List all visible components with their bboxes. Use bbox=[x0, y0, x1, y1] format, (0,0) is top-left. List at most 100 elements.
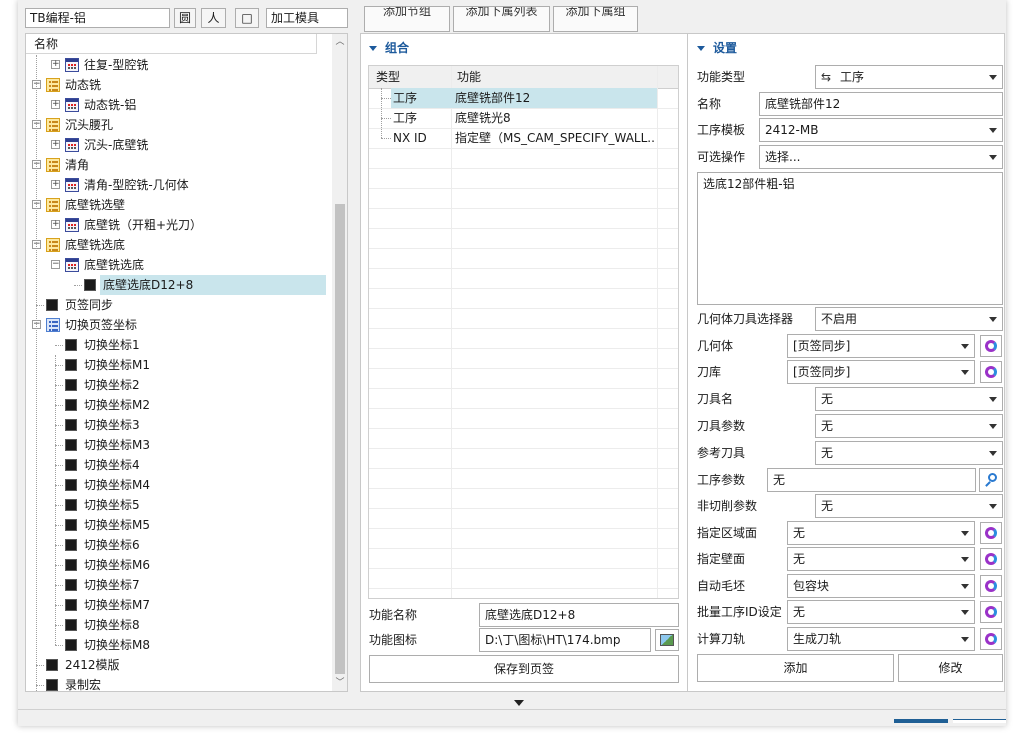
save-to-tab-button[interactable]: 保存到页签 bbox=[369, 655, 679, 683]
tree-item[interactable]: − 清角 bbox=[26, 155, 326, 175]
area-select[interactable]: 无 bbox=[787, 521, 975, 545]
tree-item[interactable]: 2412模版 bbox=[26, 655, 326, 675]
tree-item[interactable]: 切换坐标4 bbox=[26, 455, 326, 475]
geometry-select[interactable]: [页签同步] bbox=[787, 334, 975, 358]
expand-icon[interactable]: + bbox=[51, 180, 60, 189]
tree-item[interactable]: 切换坐标M7 bbox=[26, 595, 326, 615]
geometry-refresh-icon[interactable] bbox=[980, 335, 1002, 357]
modify-button[interactable]: 修改 bbox=[898, 654, 1003, 682]
grid-row[interactable]: 工序 底壁铣光8 bbox=[369, 108, 678, 128]
name-input[interactable]: 底壁铣部件12 bbox=[759, 92, 1003, 116]
scroll-up-icon[interactable]: ︿ bbox=[332, 34, 347, 50]
grid-row[interactable]: NX ID 指定壁（MS_CAM_SPECIFY_WALL... bbox=[369, 128, 678, 148]
wall-refresh-icon[interactable] bbox=[980, 548, 1002, 570]
tree-item[interactable]: − 动态铣 bbox=[26, 75, 326, 95]
reftool-select[interactable]: 无 bbox=[815, 441, 1003, 465]
func-name-input[interactable]: 底壁选底D12+8 bbox=[479, 603, 679, 627]
blank-select[interactable]: 包容块 bbox=[787, 574, 975, 598]
operation-type-icon: ⇆ bbox=[821, 70, 832, 84]
settings-section-header[interactable]: 设置 bbox=[697, 39, 737, 56]
tree-item[interactable]: + 沉头-底壁铣 bbox=[26, 135, 326, 155]
tree-item[interactable]: 切换坐标M2 bbox=[26, 395, 326, 415]
tree-item[interactable]: 切换坐标6 bbox=[26, 535, 326, 555]
noncut-select[interactable]: 无 bbox=[815, 494, 1003, 518]
expand-down-icon[interactable] bbox=[514, 700, 524, 706]
expand-icon[interactable]: + bbox=[51, 100, 60, 109]
tree-item[interactable]: + 动态铣-铝 bbox=[26, 95, 326, 115]
mode-input[interactable]: 加工模具 bbox=[266, 8, 348, 28]
toolname-select[interactable]: 无 bbox=[815, 387, 1003, 411]
toolbar-button-3[interactable]: □ bbox=[235, 8, 259, 28]
batchid-select[interactable]: 无 bbox=[787, 600, 975, 624]
tree-item[interactable]: 切换坐标M3 bbox=[26, 435, 326, 455]
tree-item[interactable]: 切换坐标1 bbox=[26, 335, 326, 355]
toolbank-refresh-icon[interactable] bbox=[980, 361, 1002, 383]
opparam-input[interactable]: 无 bbox=[767, 468, 976, 492]
tree-item[interactable]: − 沉头腰孔 bbox=[26, 115, 326, 135]
add-group-button[interactable]: 添加节组 bbox=[364, 6, 450, 32]
collapse-icon[interactable]: − bbox=[51, 260, 60, 269]
tree-item[interactable]: 切换坐标M4 bbox=[26, 475, 326, 495]
add-button[interactable]: 添加 bbox=[697, 654, 894, 682]
tree-item[interactable]: 切换坐标M6 bbox=[26, 555, 326, 575]
tree-item-label: 切换坐标6 bbox=[84, 538, 140, 552]
batchid-refresh-icon[interactable] bbox=[980, 601, 1002, 623]
tree-item-label: 清角-型腔铣-几何体 bbox=[84, 178, 189, 192]
optional-op-select[interactable]: 选择... bbox=[759, 145, 1003, 169]
tree-scrollbar[interactable]: ︿ ﹀ bbox=[332, 34, 347, 691]
toolbar-button-1[interactable]: 圆 bbox=[174, 8, 196, 28]
tree-item[interactable]: 切换坐标7 bbox=[26, 575, 326, 595]
scroll-thumb[interactable] bbox=[335, 204, 345, 674]
search-input[interactable]: TB编程-铝 bbox=[25, 8, 170, 28]
toolbar-button-2[interactable]: 人 bbox=[201, 8, 226, 28]
grid-col-func[interactable]: 功能 bbox=[457, 67, 481, 87]
tree-item[interactable]: 切换坐标M8 bbox=[26, 635, 326, 655]
folder-icon bbox=[46, 78, 60, 92]
grid-cell-type: 工序 bbox=[393, 111, 418, 125]
image-picker-icon[interactable] bbox=[655, 629, 679, 651]
tree-item[interactable]: 切换坐标5 bbox=[26, 495, 326, 515]
tree-item[interactable]: 切换坐标2 bbox=[26, 375, 326, 395]
geom-selector-select[interactable]: 不启用 bbox=[815, 307, 1003, 331]
tree-item[interactable]: 录制宏 bbox=[26, 675, 326, 691]
tree-item[interactable]: 切换坐标M1 bbox=[26, 355, 326, 375]
tree-item[interactable]: + 往复-型腔铣 bbox=[26, 55, 326, 75]
folder-icon bbox=[46, 198, 60, 212]
tree-item[interactable]: 页签同步 bbox=[26, 295, 326, 315]
tree-item[interactable]: − 底壁铣选底 bbox=[26, 235, 326, 255]
tree-item[interactable]: 切换坐标3 bbox=[26, 415, 326, 435]
scroll-down-icon[interactable]: ﹀ bbox=[332, 675, 347, 691]
calc-select[interactable]: 生成刀轨 bbox=[787, 627, 975, 651]
tree-item[interactable]: 切换坐标M5 bbox=[26, 515, 326, 535]
search-icon[interactable] bbox=[979, 468, 1003, 492]
wall-select[interactable]: 无 bbox=[787, 547, 975, 571]
tree-item[interactable]: − 底壁铣选壁 bbox=[26, 195, 326, 215]
add-subgroup-button[interactable]: 添加下属组 bbox=[553, 6, 638, 32]
tree-item[interactable]: + 清角-型腔铣-几何体 bbox=[26, 175, 326, 195]
area-refresh-icon[interactable] bbox=[980, 522, 1002, 544]
add-list-button[interactable]: 添加下属列表 bbox=[453, 6, 550, 32]
toolparam-select[interactable]: 无 bbox=[815, 414, 1003, 438]
calc-refresh-icon[interactable] bbox=[980, 628, 1002, 650]
tree-item[interactable]: 底壁选底D12+8 bbox=[26, 275, 326, 295]
notes-textarea[interactable]: 选底12部件粗-铝 bbox=[697, 172, 1003, 305]
expand-icon[interactable]: + bbox=[51, 140, 60, 149]
func-icon-input[interactable]: D:\丁\图标\HT\174.bmp bbox=[479, 628, 651, 652]
template-select[interactable]: 2412-MB bbox=[759, 118, 1003, 142]
func-type-select[interactable]: ⇆ 工序 bbox=[815, 65, 1003, 89]
tree-item[interactable]: − 切换页签坐标 bbox=[26, 315, 326, 335]
grid-col-type[interactable]: 类型 bbox=[376, 67, 400, 87]
tree-item-label: 切换坐标1 bbox=[84, 338, 140, 352]
group-section-header[interactable]: 组合 bbox=[369, 39, 409, 56]
tree-item-label: 切换页签坐标 bbox=[65, 318, 138, 332]
func-type-value: 工序 bbox=[840, 70, 865, 84]
toolbank-select[interactable]: [页签同步] bbox=[787, 360, 975, 384]
tree-item[interactable]: 切换坐标8 bbox=[26, 615, 326, 635]
expand-icon[interactable]: + bbox=[51, 60, 60, 69]
expand-icon[interactable]: + bbox=[51, 220, 60, 229]
tree-item[interactable]: − 底壁铣选底 bbox=[26, 255, 326, 275]
tree-panel: 名称 + 往复-型腔铣 − 动态铣 + 动态铣-铝 − 沉头腰孔 + 沉头-底壁铣 − 清角 + 清角-型… bbox=[25, 33, 348, 692]
tree-item[interactable]: + 底壁铣（开粗+光刀） bbox=[26, 215, 326, 235]
grid-row[interactable]: 工序 底壁铣部件12 bbox=[369, 88, 678, 108]
blank-refresh-icon[interactable] bbox=[980, 575, 1002, 597]
